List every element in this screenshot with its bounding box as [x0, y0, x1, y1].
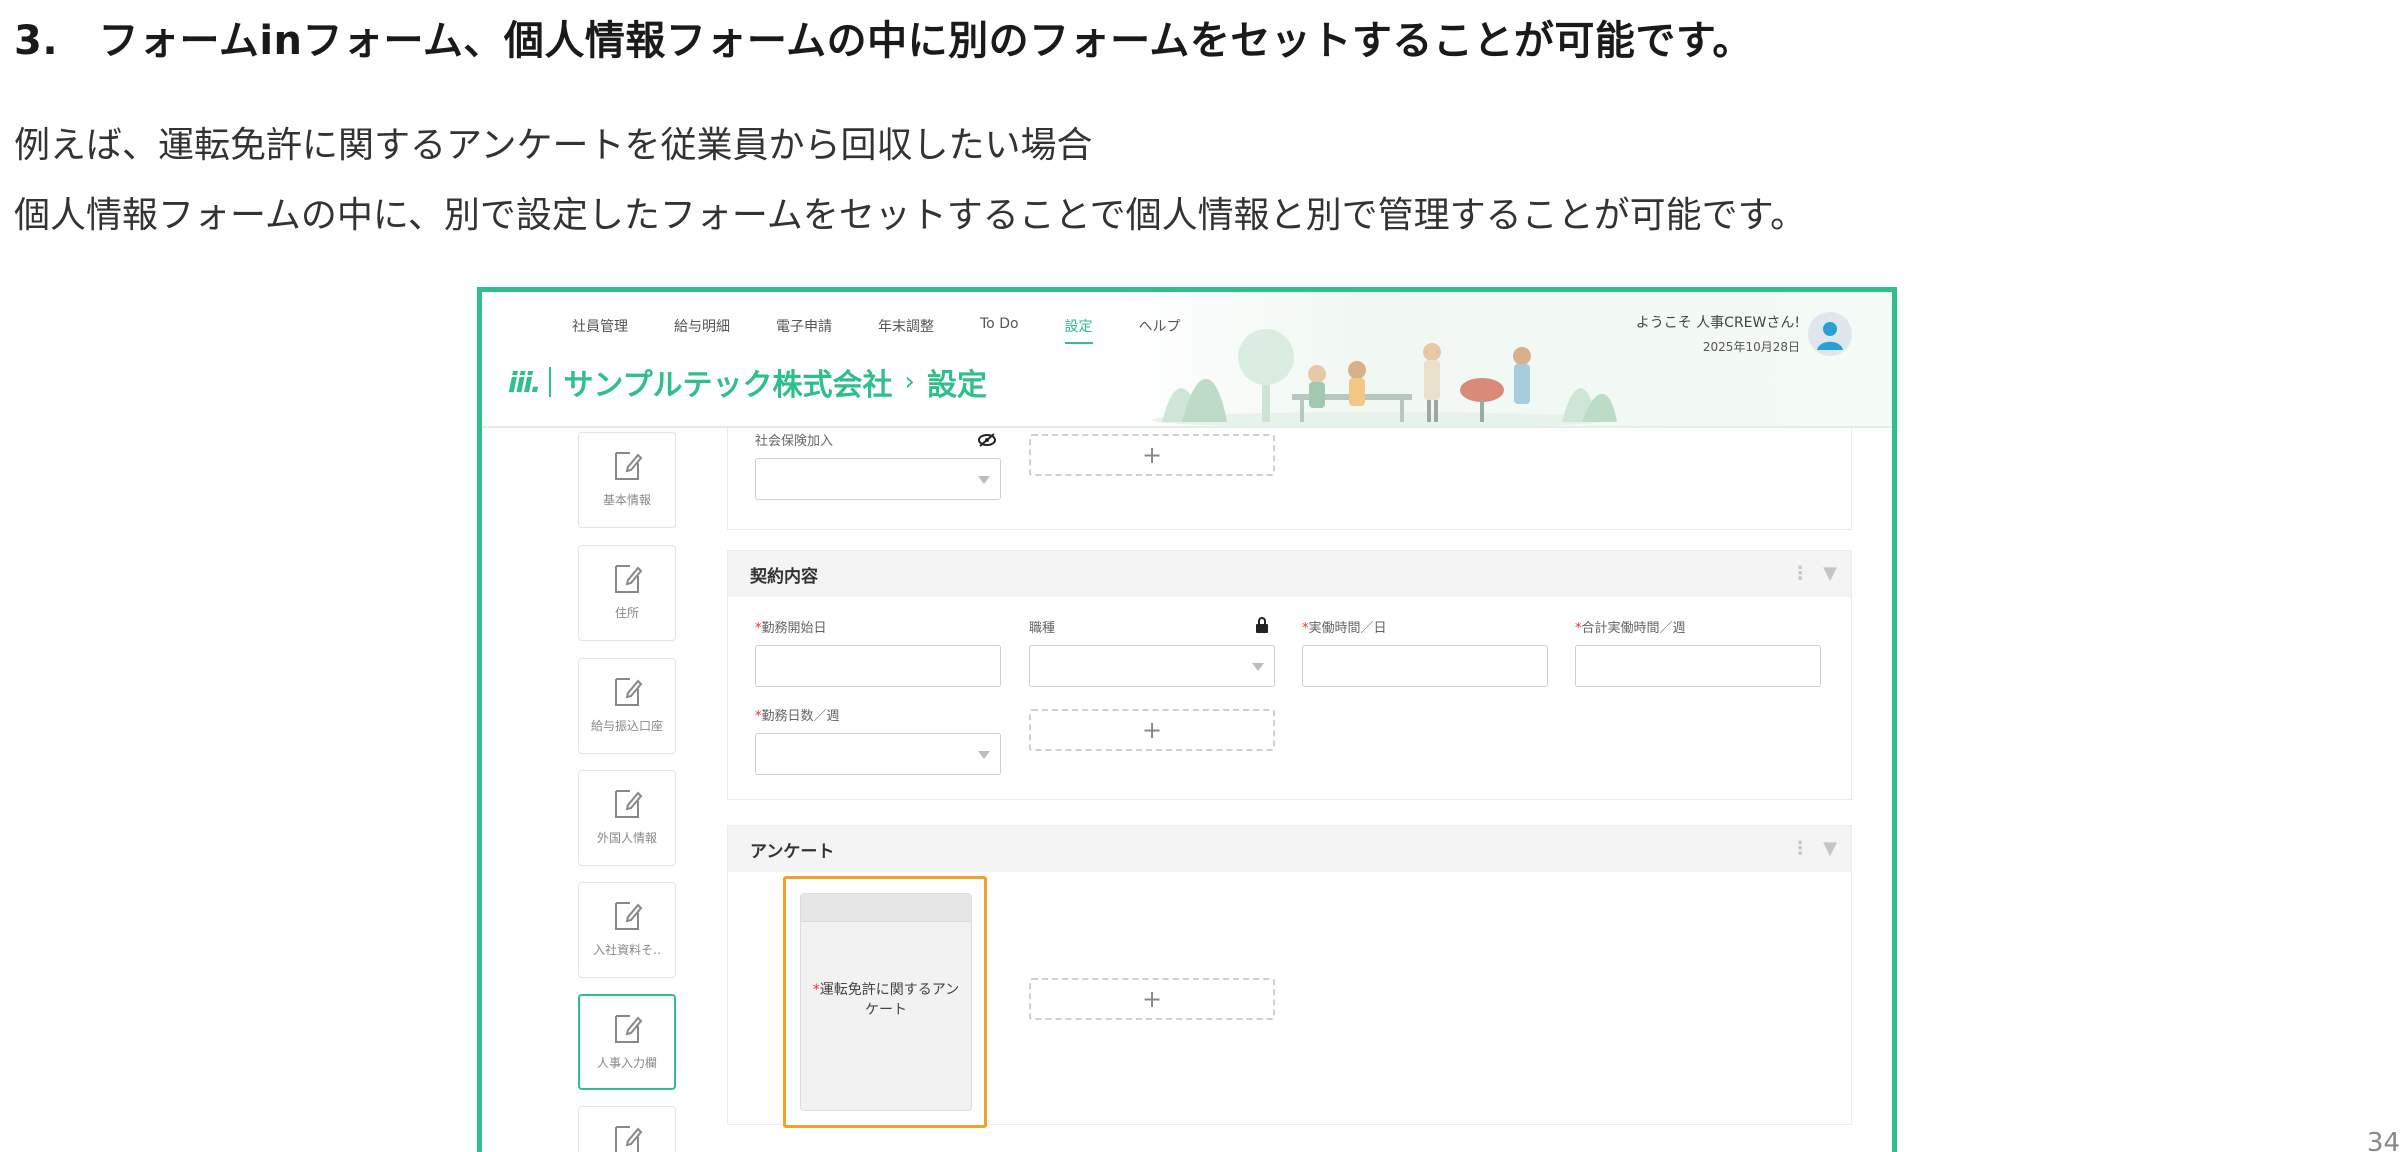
- card-tools: ⋮ ▼: [1791, 563, 1837, 584]
- breadcrumb: iii. サンプルテック株式会社 › 設定: [508, 360, 987, 404]
- company-name[interactable]: サンプルテック株式会社: [563, 360, 892, 404]
- sidebar-item-bank-account[interactable]: 給与振込口座: [578, 658, 676, 754]
- field-label-days-per-week: *勤務日数／週: [755, 709, 840, 724]
- card-contract: 契約内容 ⋮ ▼ *勤務開始日 職種 *実働時間／日 *合計実働時間／週 *勤務…: [727, 550, 1852, 800]
- main-nav: 社員管理 給与明細 電子申請 年末調整 To Do 設定 ヘルプ: [572, 316, 1227, 344]
- sidebar-item-basic-info[interactable]: 基本情報: [578, 432, 676, 528]
- hours-per-day-input[interactable]: [1302, 645, 1548, 687]
- slide-paragraph-2: 個人情報フォームの中に、別で設定したフォームをセットすることで個人情報と別で管理…: [14, 195, 1807, 236]
- chevron-down-icon: [1252, 663, 1264, 671]
- edit-document-icon: [615, 1015, 643, 1043]
- sidebar-item-label: 入社資料そ..: [593, 943, 661, 957]
- hours-per-week-input[interactable]: [1575, 645, 1821, 687]
- lock-icon: [1256, 617, 1268, 633]
- nav-item-applications[interactable]: 電子申請: [776, 316, 832, 344]
- logo-divider: [549, 367, 552, 397]
- nav-item-year-end[interactable]: 年末調整: [878, 316, 934, 344]
- more-vertical-icon[interactable]: ⋮: [1791, 838, 1809, 859]
- edit-document-icon: [615, 678, 643, 706]
- field-label-job-type: 職種: [1029, 621, 1056, 636]
- card-header: 契約内容 ⋮ ▼: [728, 551, 1851, 597]
- company-logo: iii.: [508, 365, 541, 399]
- nav-item-payslips[interactable]: 給与明細: [674, 316, 730, 344]
- sidebar-item-hr-input[interactable]: 人事入力欄: [578, 994, 676, 1090]
- start-date-input[interactable]: [755, 645, 1001, 687]
- field-label-start-date: *勤務開始日: [755, 621, 827, 636]
- avatar[interactable]: [1808, 312, 1852, 356]
- user-greeting: ようこそ 人事CREWさん! 2025年10月28日: [1636, 312, 1800, 355]
- card-title: 契約内容: [750, 566, 818, 587]
- card-survey: アンケート ⋮ ▼ *運転免許に関するアンケート +: [727, 825, 1852, 1128]
- eye-off-icon[interactable]: [978, 432, 996, 448]
- app-screenshot: 社員管理 給与明細 電子申請 年末調整 To Do 設定 ヘルプ iii. サン…: [477, 287, 1897, 1152]
- sidebar-item-onboarding-docs[interactable]: 入社資料そ..: [578, 882, 676, 978]
- field-label-hours-per-day: *実働時間／日: [1302, 621, 1387, 636]
- social-insurance-select[interactable]: [755, 458, 1001, 500]
- header-illustration: [1152, 329, 1617, 426]
- nav-item-employees[interactable]: 社員管理: [572, 316, 628, 344]
- page-number: 34: [2366, 1128, 2400, 1152]
- add-field-button[interactable]: +: [1029, 709, 1275, 751]
- nav-item-todo[interactable]: To Do: [980, 316, 1019, 344]
- page-title: 設定: [926, 368, 987, 403]
- days-per-week-select[interactable]: [755, 733, 1001, 775]
- sidebar-item-label: 住所: [614, 606, 639, 620]
- nav-item-settings[interactable]: 設定: [1064, 316, 1093, 344]
- card-header: アンケート ⋮ ▼: [728, 826, 1851, 872]
- sidebar-item-address[interactable]: 住所: [578, 545, 676, 641]
- sidebar-item-more[interactable]: [578, 1106, 676, 1152]
- nested-form-card[interactable]: *運転免許に関するアンケート: [800, 893, 972, 1111]
- chevron-down-icon: [978, 751, 990, 759]
- nested-form-header: [801, 894, 971, 922]
- edit-document-icon: [615, 565, 643, 593]
- breadcrumb-separator: ›: [904, 367, 915, 397]
- greeting-text: ようこそ 人事CREWさん!: [1635, 315, 1800, 331]
- chevron-down-icon[interactable]: ▼: [1823, 838, 1837, 859]
- edit-document-icon: [615, 790, 643, 818]
- add-field-button[interactable]: +: [1029, 434, 1275, 476]
- nested-form-title: *運転免許に関するアンケート: [812, 982, 960, 1018]
- sidebar-item-label: 基本情報: [602, 493, 651, 507]
- sidebar-item-foreigner-info[interactable]: 外国人情報: [578, 770, 676, 866]
- nested-form-highlight[interactable]: *運転免許に関するアンケート: [783, 876, 987, 1128]
- sidebar-item-label: 外国人情報: [596, 831, 657, 845]
- field-label-hours-per-week: *合計実働時間／週: [1575, 621, 1686, 636]
- chevron-down-icon[interactable]: ▼: [1823, 563, 1837, 584]
- edit-document-icon: [615, 1126, 643, 1152]
- card-title: アンケート: [750, 841, 835, 862]
- slide-heading: 3. フォームinフォーム、個人情報フォームの中に別のフォームをセットすることが…: [14, 18, 1753, 64]
- sidebar-item-label: 給与振込口座: [590, 719, 663, 733]
- edit-document-icon: [615, 452, 643, 480]
- sidebar-item-label: 人事入力欄: [596, 1056, 657, 1070]
- chevron-down-icon: [978, 476, 990, 484]
- field-label-social-insurance: 社会保険加入: [755, 434, 834, 449]
- user-icon: [1817, 322, 1843, 350]
- slide-paragraph-1: 例えば、運転免許に関するアンケートを従業員から回収したい場合: [14, 125, 1093, 166]
- edit-document-icon: [615, 902, 643, 930]
- card-social-insurance: 社会保険加入 +: [727, 428, 1852, 530]
- current-date: 2025年10月28日: [1702, 340, 1800, 354]
- job-type-select[interactable]: [1029, 645, 1275, 687]
- card-tools: ⋮ ▼: [1791, 838, 1837, 859]
- more-vertical-icon[interactable]: ⋮: [1791, 563, 1809, 584]
- add-field-button[interactable]: +: [1029, 978, 1275, 1020]
- app-header: 社員管理 給与明細 電子申請 年末調整 To Do 設定 ヘルプ iii. サン…: [482, 292, 1892, 428]
